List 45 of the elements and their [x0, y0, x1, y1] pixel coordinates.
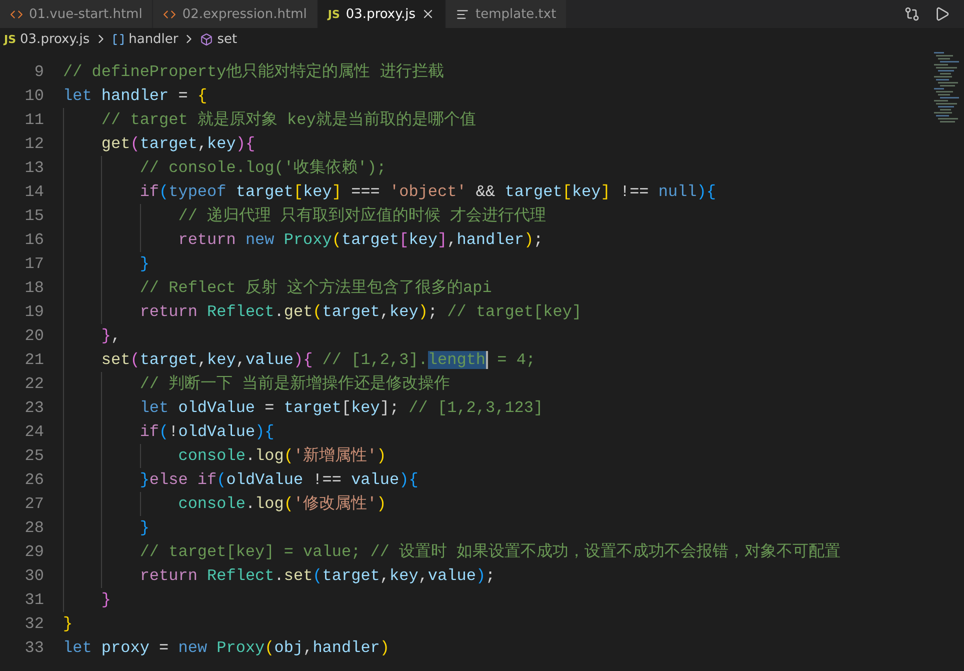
line-number: 21: [24, 351, 45, 369]
line-number: 23: [24, 399, 45, 417]
breadcrumb-item[interactable]: handler: [128, 32, 178, 46]
compare-icon[interactable]: [904, 6, 920, 22]
code-line: let handler = {: [63, 86, 208, 107]
line-number: 11: [24, 111, 45, 129]
text-file-icon: [456, 8, 470, 20]
breadcrumb-item[interactable]: set: [217, 32, 238, 46]
code-icon: [163, 8, 176, 20]
cube-icon: [200, 32, 214, 46]
editor-tab[interactable]: 01.vue-start.html: [0, 0, 154, 28]
line-number: 10: [24, 87, 45, 105]
line-number: 9: [33, 63, 45, 81]
line-number: 33: [24, 639, 45, 657]
code-icon: [10, 8, 23, 20]
line-number: 27: [24, 495, 45, 513]
line-number: 25: [24, 447, 45, 465]
variable-icon: [112, 32, 125, 46]
line-number: 32: [24, 615, 45, 633]
line-number: 24: [24, 423, 45, 441]
line-number: 14: [24, 183, 45, 201]
line-number: 22: [24, 375, 45, 393]
breadcrumb-item[interactable]: 03.proxy.js: [20, 32, 90, 46]
js-icon: JS: [328, 8, 340, 20]
line-number: 30: [24, 567, 45, 585]
code-line: let proxy = new Proxy(obj,handler): [63, 638, 390, 659]
line-number: 20: [24, 327, 45, 345]
js-icon: JS: [4, 32, 16, 46]
code-line: // defineProperty他只能对特定的属性 进行拦截: [63, 62, 444, 83]
line-number: 26: [24, 471, 45, 489]
code-line: }: [63, 614, 73, 635]
line-number: 16: [24, 231, 45, 249]
line-number: 18: [24, 279, 45, 297]
editor-tab[interactable]: template.txt: [446, 0, 568, 28]
line-number: 12: [24, 135, 45, 153]
line-number: 13: [24, 159, 45, 177]
line-number: 19: [24, 303, 45, 321]
line-number: 17: [24, 255, 45, 273]
editor-tab[interactable]: 02.expression.html: [153, 0, 318, 28]
editor-tab[interactable]: JS 03.proxy.js: [318, 0, 446, 28]
line-number: 29: [24, 543, 45, 561]
line-number: 15: [24, 207, 45, 225]
run-icon[interactable]: [934, 6, 950, 22]
line-number: 31: [24, 591, 45, 609]
line-number: 28: [24, 519, 45, 537]
